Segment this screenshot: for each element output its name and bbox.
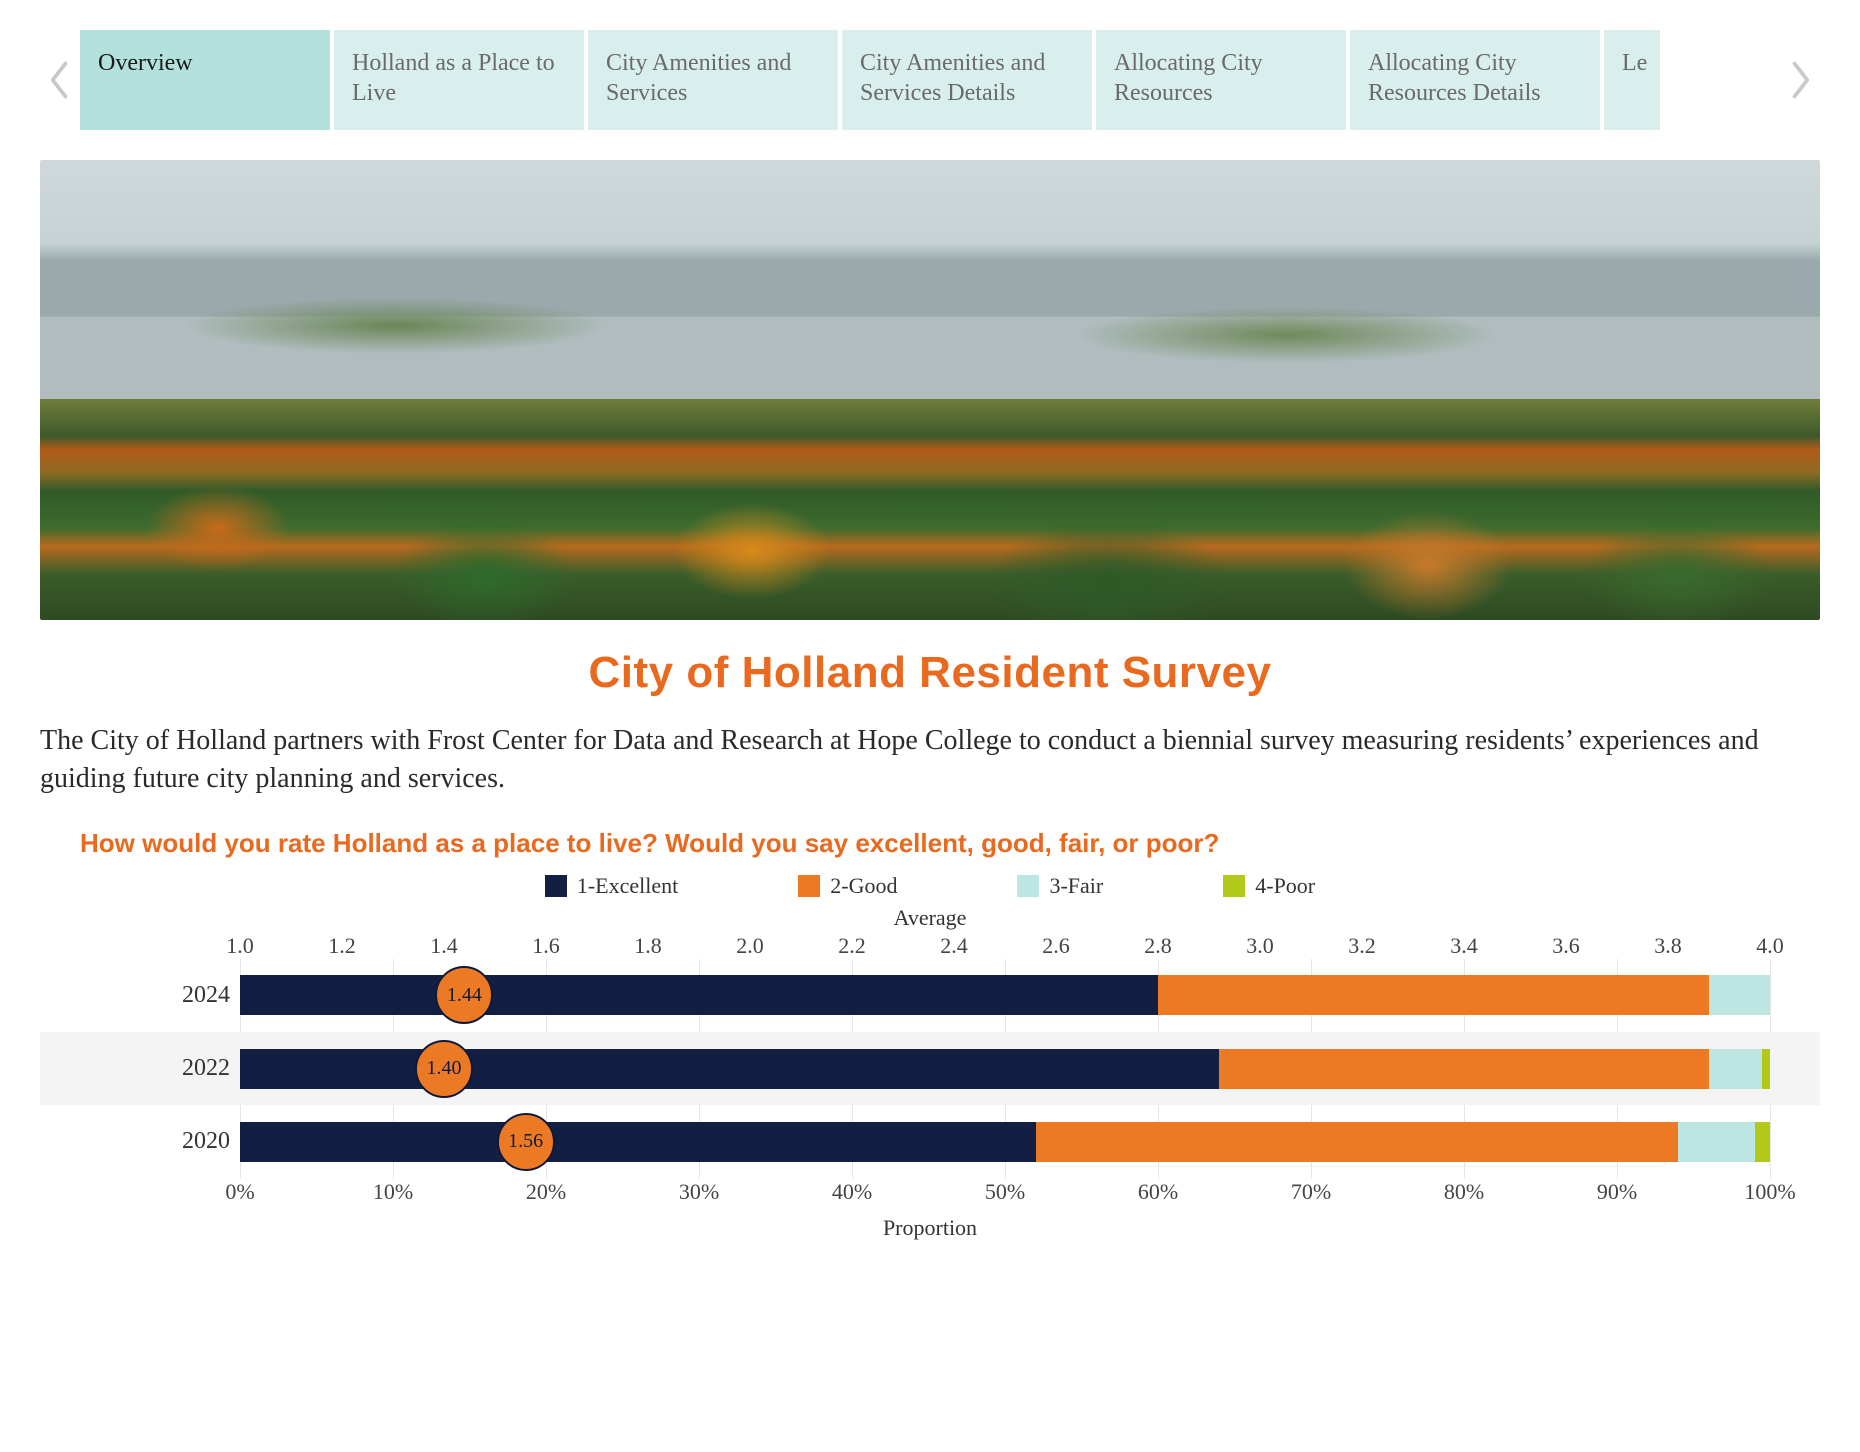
tab-4[interactable]: Allocating City Resources bbox=[1096, 30, 1346, 130]
axis-top-tick: 1.2 bbox=[328, 933, 356, 959]
legend-item-3[interactable]: 4-Poor bbox=[1223, 873, 1315, 899]
bar-segment[interactable] bbox=[1755, 1122, 1770, 1162]
chart-row-2020: 20201.56 bbox=[240, 1105, 1770, 1178]
tab-6[interactable]: Le bbox=[1604, 30, 1660, 130]
tab-1[interactable]: Holland as a Place to Live bbox=[334, 30, 584, 130]
axis-bottom-tick: 80% bbox=[1444, 1179, 1484, 1205]
average-marker[interactable]: 1.40 bbox=[415, 1040, 473, 1098]
axis-top-tick: 3.4 bbox=[1450, 933, 1478, 959]
axis-top-tick: 2.8 bbox=[1144, 933, 1172, 959]
tab-5[interactable]: Allocating City Resources Details bbox=[1350, 30, 1600, 130]
axis-top-tick: 1.0 bbox=[226, 933, 254, 959]
axis-bottom-ticks: 0%10%20%30%40%50%60%70%80%90%100% bbox=[240, 1179, 1770, 1205]
legend-swatch bbox=[1223, 875, 1245, 897]
chart-plot: 20241.4420221.4020201.56 bbox=[240, 959, 1770, 1179]
axis-bottom-tick: 60% bbox=[1138, 1179, 1178, 1205]
axis-bottom-tick: 90% bbox=[1597, 1179, 1637, 1205]
chart-row-label: 2022 bbox=[160, 1055, 230, 1082]
axis-bottom-title: Proportion bbox=[40, 1215, 1820, 1241]
axis-bottom-tick: 20% bbox=[526, 1179, 566, 1205]
axis-bottom-tick: 40% bbox=[832, 1179, 872, 1205]
axis-top-tick: 2.0 bbox=[736, 933, 764, 959]
tab-2[interactable]: City Amenities and Services bbox=[588, 30, 838, 130]
axis-top-tick: 4.0 bbox=[1756, 933, 1784, 959]
bar-segment[interactable] bbox=[1709, 975, 1770, 1015]
tabs-next-arrow[interactable] bbox=[1780, 40, 1820, 120]
legend-swatch bbox=[545, 875, 567, 897]
axis-top-ticks: 1.01.21.41.61.82.02.22.42.62.83.03.23.43… bbox=[240, 933, 1770, 959]
axis-bottom-tick: 30% bbox=[679, 1179, 719, 1205]
axis-top-title: Average bbox=[40, 905, 1820, 931]
legend-item-2[interactable]: 3-Fair bbox=[1017, 873, 1103, 899]
bar-segment[interactable] bbox=[240, 1122, 1036, 1162]
legend-swatch bbox=[798, 875, 820, 897]
bar-segment[interactable] bbox=[240, 975, 1158, 1015]
chart-row-label: 2020 bbox=[160, 1128, 230, 1155]
legend-label: 4-Poor bbox=[1255, 873, 1315, 899]
axis-top-tick: 2.6 bbox=[1042, 933, 1070, 959]
chart-question: How would you rate Holland as a place to… bbox=[80, 828, 1820, 859]
chart-legend: 1-Excellent 2-Good 3-Fair 4-Poor bbox=[40, 873, 1820, 899]
tab-bar: OverviewHolland as a Place to LiveCity A… bbox=[40, 30, 1820, 130]
chevron-right-icon bbox=[1789, 60, 1811, 100]
legend-label: 2-Good bbox=[830, 873, 897, 899]
chart-area: 1.01.21.41.61.82.02.22.42.62.83.03.23.43… bbox=[240, 933, 1770, 1205]
hero-image bbox=[40, 160, 1820, 620]
axis-top-tick: 3.8 bbox=[1654, 933, 1682, 959]
legend-swatch bbox=[1017, 875, 1039, 897]
page-title: City of Holland Resident Survey bbox=[40, 648, 1820, 698]
legend-item-0[interactable]: 1-Excellent bbox=[545, 873, 678, 899]
bar-segment[interactable] bbox=[1158, 975, 1709, 1015]
bar-segment[interactable] bbox=[1678, 1122, 1755, 1162]
chart-container: How would you rate Holland as a place to… bbox=[40, 828, 1820, 1241]
axis-top-tick: 1.8 bbox=[634, 933, 662, 959]
axis-top-tick: 1.4 bbox=[430, 933, 458, 959]
legend-item-1[interactable]: 2-Good bbox=[798, 873, 897, 899]
chart-row-2024: 20241.44 bbox=[240, 959, 1770, 1032]
axis-bottom-tick: 100% bbox=[1744, 1179, 1795, 1205]
axis-top-tick: 2.2 bbox=[838, 933, 866, 959]
stacked-bar bbox=[240, 1122, 1770, 1162]
chart-row-2022: 20221.40 bbox=[240, 1032, 1770, 1105]
chart-row-label: 2024 bbox=[160, 982, 230, 1009]
hero-image-overlay bbox=[40, 160, 1820, 620]
axis-bottom-tick: 70% bbox=[1291, 1179, 1331, 1205]
axis-bottom-tick: 10% bbox=[373, 1179, 413, 1205]
tab-0[interactable]: Overview bbox=[80, 30, 330, 130]
axis-bottom-tick: 50% bbox=[985, 1179, 1025, 1205]
average-marker[interactable]: 1.56 bbox=[497, 1113, 555, 1171]
axis-top-tick: 2.4 bbox=[940, 933, 968, 959]
legend-label: 1-Excellent bbox=[577, 873, 678, 899]
tab-3[interactable]: City Amenities and Services Details bbox=[842, 30, 1092, 130]
tabs-prev-arrow[interactable] bbox=[40, 40, 80, 120]
axis-top-tick: 3.2 bbox=[1348, 933, 1376, 959]
bar-segment[interactable] bbox=[1762, 1049, 1770, 1089]
bar-segment[interactable] bbox=[1036, 1122, 1679, 1162]
axis-top-tick: 1.6 bbox=[532, 933, 560, 959]
chevron-left-icon bbox=[49, 60, 71, 100]
bar-segment[interactable] bbox=[240, 1049, 1219, 1089]
axis-top-tick: 3.0 bbox=[1246, 933, 1274, 959]
bar-segment[interactable] bbox=[1709, 1049, 1763, 1089]
axis-top-tick: 3.6 bbox=[1552, 933, 1580, 959]
average-marker[interactable]: 1.44 bbox=[435, 966, 493, 1024]
axis-bottom-tick: 0% bbox=[225, 1179, 254, 1205]
bar-segment[interactable] bbox=[1219, 1049, 1709, 1089]
intro-paragraph: The City of Holland partners with Frost … bbox=[40, 722, 1820, 798]
legend-label: 3-Fair bbox=[1049, 873, 1103, 899]
